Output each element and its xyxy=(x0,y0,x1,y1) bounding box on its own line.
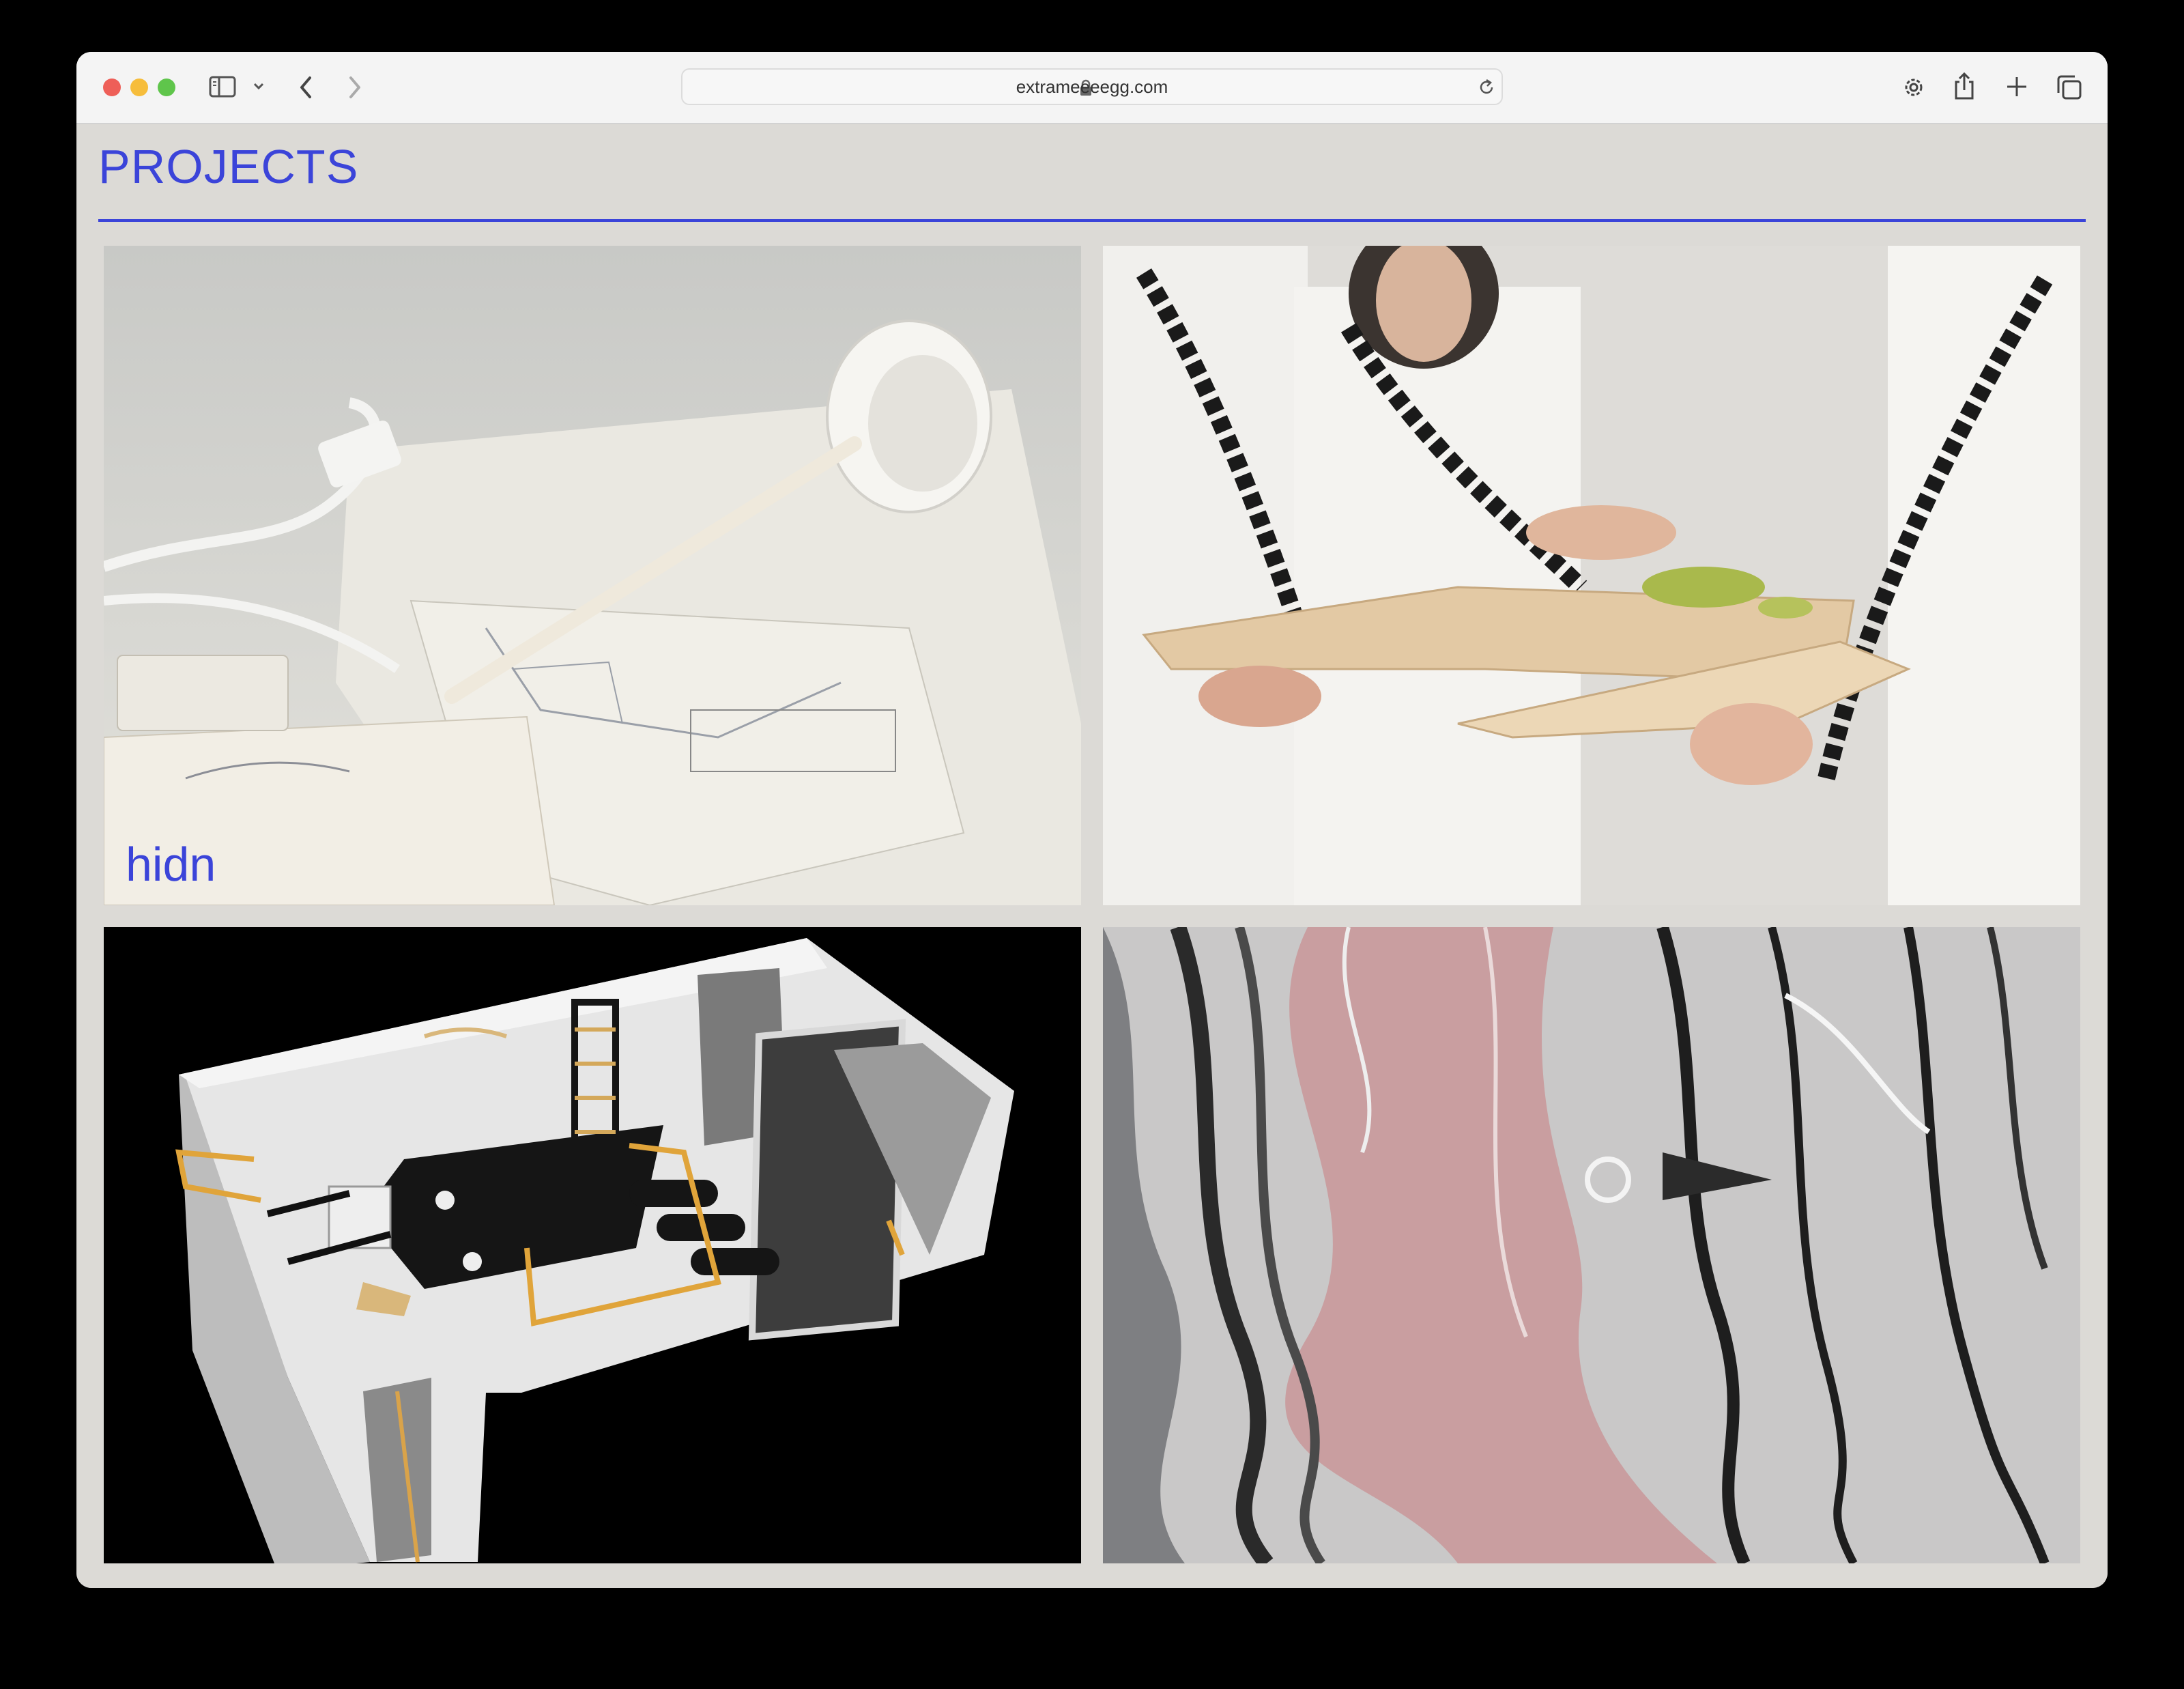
chevron-down-icon[interactable] xyxy=(253,82,265,95)
minimize-window-button[interactable] xyxy=(130,79,148,96)
reload-icon[interactable] xyxy=(1477,78,1496,100)
tabs-icon[interactable] xyxy=(2056,74,2083,104)
sidebar-icon[interactable] xyxy=(209,75,236,102)
page-title: PROJECTS xyxy=(98,140,359,193)
page-content: PROJECTS hidn xyxy=(76,124,2108,1588)
address-bar[interactable]: extrameeeegg.com xyxy=(681,68,1503,105)
project-image-distorted-waves xyxy=(1103,927,2080,1563)
project-tile-hidn[interactable]: hidn xyxy=(104,246,1081,905)
url-text: extrameeeegg.com xyxy=(1016,76,1168,97)
share-icon[interactable] xyxy=(1952,71,1977,104)
back-icon[interactable] xyxy=(296,74,315,104)
close-window-button[interactable] xyxy=(103,79,121,96)
browser-toolbar: extrameeeegg.com xyxy=(76,52,2108,124)
browser-window: extrameeeegg.com PROJECTS hidn xyxy=(76,52,2108,1588)
zoom-window-button[interactable] xyxy=(158,79,175,96)
project-label: hidn xyxy=(126,838,216,891)
forward-icon[interactable] xyxy=(345,74,364,104)
title-divider xyxy=(98,219,2086,222)
project-image-gym-render xyxy=(104,927,1081,1563)
project-tile-2[interactable] xyxy=(1103,246,2080,905)
project-tile-4[interactable] xyxy=(1103,927,2080,1563)
plus-icon[interactable] xyxy=(2005,75,2028,102)
project-image-wooden-board xyxy=(1103,246,2080,905)
gear-icon[interactable] xyxy=(1900,74,1927,104)
project-tile-3[interactable] xyxy=(104,927,1081,1563)
project-image-lamp-drawings xyxy=(104,246,1081,905)
